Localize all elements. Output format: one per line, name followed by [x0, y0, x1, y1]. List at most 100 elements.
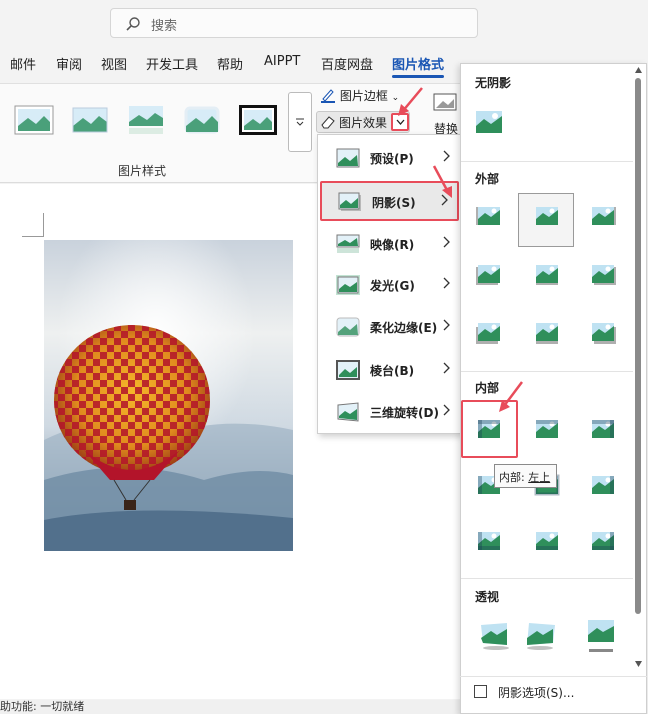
shadow-option-outer[interactable]: [589, 262, 617, 286]
divider: [461, 371, 633, 372]
menu-item-label: 发光: [370, 279, 395, 293]
picture-style-thumb[interactable]: [182, 104, 222, 136]
ribbon-tabs: 邮件 审阅 视图 开发工具 帮助 AIPPT 百度网盘 图片格式: [0, 50, 460, 78]
section-header-outer: 外部: [475, 172, 500, 186]
3d-rotation-icon: [337, 402, 359, 422]
shadow-option-outer[interactable]: [589, 204, 617, 228]
menu-item-label: 预设: [370, 152, 395, 166]
tab-review[interactable]: 审阅: [56, 54, 82, 73]
picture-effects-label: 图片效果: [339, 116, 388, 130]
scroll-down-icon[interactable]: [634, 660, 643, 668]
status-bar: 助功能: 一切就绪: [0, 700, 460, 714]
picture-style-thumb[interactable]: [14, 104, 54, 136]
shadow-option-outer[interactable]: [475, 204, 503, 228]
tab-help[interactable]: 帮助: [217, 54, 243, 73]
menu-item-key: (D): [418, 406, 439, 420]
hot-air-balloon-photo[interactable]: [44, 240, 293, 551]
page-margin-marker: [22, 213, 44, 237]
section-header-perspective: 透视: [475, 590, 500, 604]
eraser-effects-icon: [321, 116, 335, 129]
search-box[interactable]: 搜索: [110, 8, 478, 38]
shadow-option-outer[interactable]: [533, 204, 561, 228]
shadow-option-inner[interactable]: [589, 473, 617, 497]
shadow-options-label: 阴影选项(S)...: [498, 686, 575, 700]
soft-edges-icon: [336, 317, 360, 337]
shadow-option-perspective-3[interactable]: [585, 618, 617, 654]
picture-style-thumb[interactable]: [126, 104, 166, 136]
tooltip-prefix: 内部:: [499, 471, 529, 484]
pen-border-icon: [321, 89, 335, 103]
divider: [461, 578, 633, 579]
annotation-arrow-icon: [398, 87, 423, 116]
menu-item-label: 阴影: [372, 196, 397, 210]
shadow-option-inner[interactable]: [533, 529, 561, 553]
tooltip: 内部: 左上: [494, 464, 557, 488]
menu-item-label: 映像: [370, 238, 395, 252]
picture-border-label: 图片边框: [339, 89, 388, 103]
tooltip-value: 左上: [528, 471, 551, 484]
search-placeholder: 搜索: [151, 19, 178, 34]
shadow-option-inner[interactable]: [589, 529, 617, 553]
menu-item-key: (R): [394, 238, 415, 252]
shadow-options-checkbox[interactable]: [474, 685, 487, 698]
preset-icon: [336, 148, 360, 168]
panel-scrollbar[interactable]: [631, 64, 646, 674]
menu-item-bevel[interactable]: 棱台(B): [320, 351, 459, 391]
chevron-down-icon: [396, 119, 405, 125]
shadow-option-inner[interactable]: [475, 529, 503, 553]
menu-item-3d-rotation[interactable]: 三维旋转(D): [320, 393, 459, 433]
menu-item-key: (B): [394, 364, 415, 378]
shadow-option-outer[interactable]: [475, 320, 503, 344]
menu-item-key: (G): [394, 279, 415, 293]
menu-item-soft-edges[interactable]: 柔化边缘(E): [320, 308, 459, 348]
tab-mail[interactable]: 邮件: [10, 54, 36, 73]
tab-developer[interactable]: 开发工具: [146, 54, 198, 73]
menu-item-label: 三维旋转: [370, 406, 419, 420]
tab-aippt[interactable]: AIPPT: [264, 54, 300, 69]
annotation-arrow-icon: [499, 381, 523, 412]
tab-baidu-netdisk[interactable]: 百度网盘: [321, 54, 373, 73]
menu-item-key: (E): [418, 321, 438, 335]
chevron-right-icon: [443, 404, 450, 416]
glow-icon: [336, 275, 360, 295]
shadow-option-outer[interactable]: [533, 262, 561, 286]
chevron-right-icon: [443, 319, 450, 331]
shadow-option-inner[interactable]: [533, 417, 561, 441]
title-bar: 搜索: [0, 0, 648, 46]
tab-view[interactable]: 视图: [101, 54, 127, 73]
tab-picture-format[interactable]: 图片格式: [392, 54, 445, 78]
menu-item-label: 棱台: [370, 364, 395, 378]
scroll-up-icon[interactable]: [634, 66, 643, 74]
shadow-option-outer[interactable]: [589, 320, 617, 344]
shadow-gallery-panel: 无阴影 外部 内部 透视: [460, 63, 647, 714]
shadow-option-inner[interactable]: [589, 417, 617, 441]
menu-item-key: (P): [394, 152, 414, 166]
menu-item-glow[interactable]: 发光(G): [320, 266, 459, 306]
shadow-option-outer[interactable]: [533, 320, 561, 344]
menu-item-reflection[interactable]: 映像(R): [320, 225, 459, 265]
search-icon: [126, 17, 140, 31]
shadow-icon: [338, 192, 361, 211]
chevron-right-icon: [443, 150, 450, 162]
shadow-options-row[interactable]: 阴影选项(S)...: [460, 676, 647, 708]
picture-border-button[interactable]: 图片边框 ⌄: [320, 87, 399, 104]
shadow-option-outer[interactable]: [475, 262, 503, 286]
scroll-thumb[interactable]: [635, 78, 641, 614]
replace-picture-button[interactable]: 替换: [432, 92, 460, 136]
picture-style-thumb[interactable]: [70, 104, 110, 136]
shadow-option-perspective-1[interactable]: [479, 621, 511, 651]
shadow-option-none[interactable]: [475, 110, 503, 134]
menu-item-label: 柔化边缘: [370, 321, 419, 335]
picture-style-thumb[interactable]: [238, 104, 278, 136]
divider: [461, 161, 633, 162]
annotation-arrow-icon: [432, 165, 452, 198]
shadow-option-perspective-2[interactable]: [525, 621, 557, 651]
replace-picture-icon: [433, 93, 457, 111]
section-header-no-shadow: 无阴影: [475, 76, 512, 90]
ribbon-group-label: 图片样式: [118, 164, 167, 178]
chevron-right-icon: [443, 362, 450, 374]
bevel-icon: [336, 360, 360, 380]
gallery-more-button[interactable]: [288, 92, 312, 152]
chevron-right-icon: [443, 236, 450, 248]
menu-item-key: (S): [396, 196, 416, 210]
